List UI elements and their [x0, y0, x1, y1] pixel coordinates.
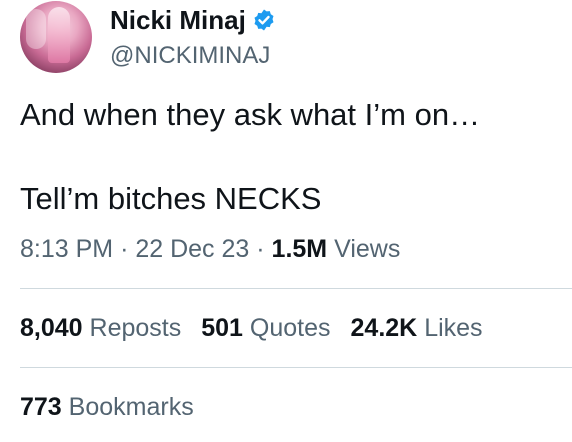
- verified-badge-icon[interactable]: [252, 8, 276, 32]
- views-label: Views: [334, 235, 401, 263]
- bookmarks-count: 773: [20, 393, 62, 421]
- reposts-label: Reposts: [89, 314, 182, 342]
- author-handle[interactable]: @NICKIMINAJ: [110, 42, 270, 70]
- likes-label: Likes: [424, 314, 483, 342]
- tweet-time[interactable]: 8:13 PM: [20, 235, 113, 263]
- author-name-row: Nicki Minaj: [110, 5, 276, 35]
- bookmarks-label: Bookmarks: [68, 393, 194, 421]
- tweet-text-line: And when they ask what I’m on…: [20, 97, 481, 132]
- likes-stat[interactable]: 24.2K Likes: [351, 314, 483, 342]
- likes-count: 24.2K: [350, 314, 418, 342]
- tweet-date[interactable]: 22 Dec 23: [135, 235, 249, 263]
- engagement-stats: 8,040 Reposts 501 Quotes 24.2K Likes: [20, 314, 503, 343]
- meta-separator: ·: [256, 235, 265, 263]
- author-display-name[interactable]: Nicki Minaj: [110, 5, 246, 36]
- reposts-stat[interactable]: 8,040 Reposts: [20, 314, 181, 342]
- quotes-stat[interactable]: 501 Quotes: [201, 314, 330, 342]
- tweet-text-line: Tell’m bitches NECKS: [20, 181, 322, 216]
- avatar-shine: [26, 9, 46, 49]
- quotes-count: 501: [201, 314, 243, 342]
- divider: [20, 288, 572, 289]
- bookmarks-stat[interactable]: 773 Bookmarks: [20, 393, 194, 422]
- tweet-meta: 8:13 PM · 22 Dec 23 · 1.5M Views: [20, 235, 400, 264]
- avatar[interactable]: [20, 1, 92, 73]
- quotes-label: Quotes: [249, 314, 331, 342]
- reposts-count: 8,040: [20, 314, 83, 342]
- avatar-figure: [48, 7, 70, 63]
- meta-separator: ·: [120, 235, 129, 263]
- divider: [20, 367, 572, 368]
- views-count: 1.5M: [271, 235, 328, 263]
